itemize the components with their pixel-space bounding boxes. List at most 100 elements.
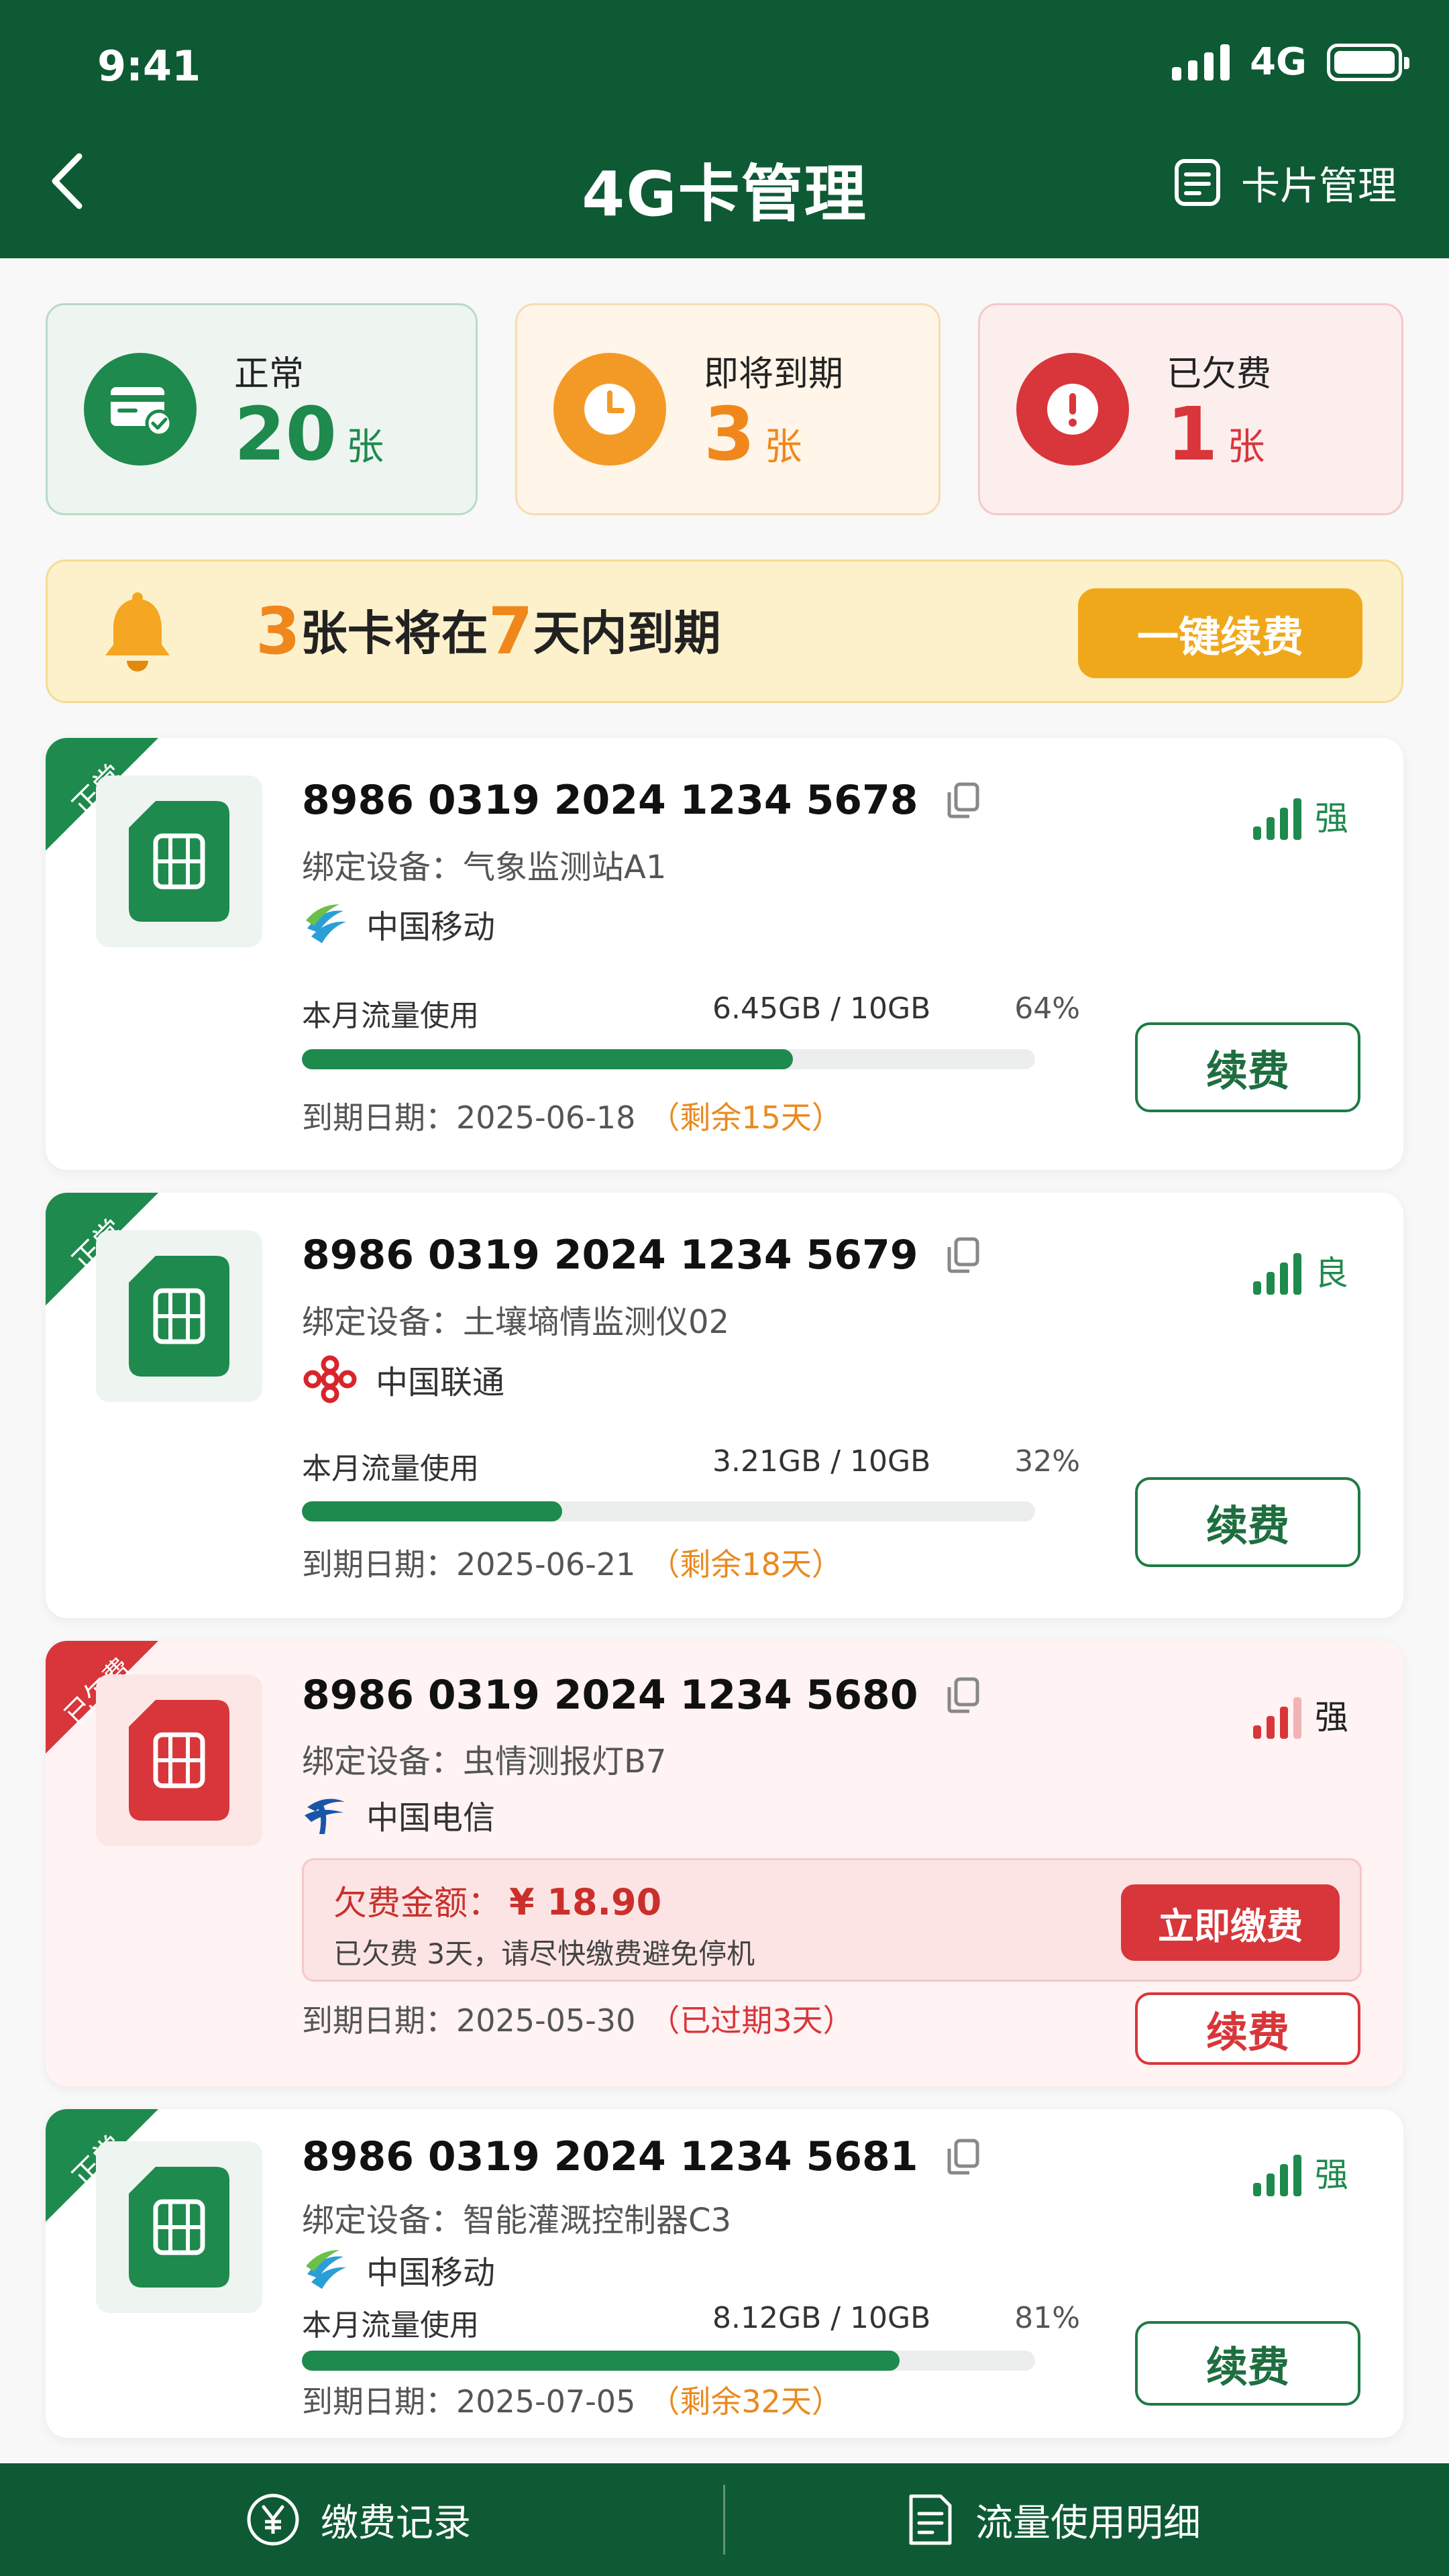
normal-card-icon (84, 353, 197, 466)
stat-unit: 张 (764, 425, 802, 469)
overdue-days: （已过期3天） (649, 2002, 854, 2039)
carrier-row: 中国移动 (302, 2246, 495, 2293)
arrears-note: 已欠费 3天，请尽快缴费避免停机 (333, 1937, 755, 1970)
usage-progress-bar (302, 1049, 1035, 1069)
alert-message: 3张卡将在7天内到期 (256, 594, 721, 669)
bound-device: 绑定设备：土壤墒情监测仪02 (302, 1303, 730, 1341)
renew-button[interactable]: 续费 (1135, 2321, 1360, 2406)
signal-strength: 强 (1253, 2148, 1348, 2196)
stat-arrears[interactable]: 已欠费 1张 (978, 303, 1403, 515)
copy-icon[interactable] (945, 1676, 980, 1714)
sim-card-icon (129, 1700, 229, 1821)
sim-card-item[interactable]: 正常 8986 0319 2024 1234 5679 绑定设备：土壤墒情监测仪… (46, 1193, 1403, 1618)
carrier-row: 中国联通 (302, 1355, 504, 1403)
stat-unit: 张 (1227, 425, 1265, 469)
carrier-row: 中国电信 (302, 1791, 495, 1838)
document-list-icon (909, 2494, 952, 2545)
usage-label: 本月流量使用 (302, 2308, 479, 2343)
status-indicators: 4G (1172, 40, 1409, 84)
bound-device: 绑定设备：虫情测报灯B7 (302, 1743, 667, 1780)
data-usage-details-button[interactable]: 流量使用明细 (906, 2463, 1201, 2576)
usage-value: 8.12GB / 10GB (712, 2301, 931, 2335)
alert-text-2: 天内到期 (533, 606, 721, 661)
card-number: 8986 0319 2024 1234 5681 (302, 2133, 918, 2180)
signal-quality: 强 (1315, 1698, 1348, 1737)
signal-bars-icon (1253, 798, 1301, 840)
stat-count: 3 (704, 390, 755, 477)
card-management-label: 卡片管理 (1240, 163, 1397, 209)
payment-records-button[interactable]: 缴费记录 (246, 2463, 471, 2576)
expiry-text: 到期日期：2025-06-21 (302, 1546, 636, 1582)
card-number-row: 8986 0319 2024 1234 5680 (302, 1672, 980, 1719)
cellular-signal-icon (1172, 44, 1230, 80)
stat-unit: 张 (346, 425, 384, 469)
copy-icon[interactable] (945, 1236, 980, 1274)
stat-normal[interactable]: 正常 20 张 (46, 303, 478, 515)
arrears-amount-row: 欠费金额： ¥ 18.90 (333, 1876, 661, 1925)
stat-expiring[interactable]: 即将到期 3张 (515, 303, 941, 515)
copy-icon[interactable] (945, 2138, 980, 2176)
expiry-text: 到期日期：2025-05-30 (302, 2002, 636, 2039)
renew-button[interactable]: 续费 (1135, 1992, 1360, 2065)
carrier-name: 中国移动 (366, 908, 496, 946)
sim-card-item[interactable]: 正常 8986 0319 2024 1234 5678 绑定设备：气象监测站A1… (46, 738, 1403, 1170)
network-type: 4G (1250, 40, 1307, 84)
sim-card-icon (129, 2167, 229, 2288)
expiry-date: 到期日期：2025-06-21 （剩余18天） (302, 1540, 843, 1585)
sim-card-item[interactable]: 正常 8986 0319 2024 1234 5681 绑定设备：智能灌溉控制器… (46, 2109, 1403, 2438)
copy-icon[interactable] (945, 782, 980, 819)
stat-count: 20 (234, 390, 337, 477)
remaining-days: （剩余32天） (649, 2383, 843, 2420)
bound-device: 绑定设备：气象监测站A1 (302, 849, 667, 886)
expiry-text: 到期日期：2025-06-18 (302, 1099, 636, 1136)
sim-icon-tile (96, 1674, 262, 1846)
card-management-button[interactable]: 卡片管理 (1173, 154, 1397, 211)
expiry-date: 到期日期：2025-06-18 （剩余15天） (302, 1093, 843, 1138)
expiry-text: 到期日期：2025-07-05 (302, 2383, 636, 2420)
battery-icon (1327, 43, 1409, 81)
stat-label: 已欠费 (1167, 354, 1272, 394)
renew-button[interactable]: 续费 (1135, 1022, 1360, 1112)
yen-circle-icon (247, 2493, 299, 2546)
bottom-nav: 缴费记录 流量使用明细 (0, 2463, 1449, 2576)
card-number-row: 8986 0319 2024 1234 5681 (302, 2133, 980, 2180)
bell-icon (105, 592, 170, 672)
stat-label: 正常 (234, 354, 305, 394)
signal-strength: 良 (1253, 1246, 1348, 1295)
pay-now-button[interactable]: 立即缴费 (1121, 1884, 1340, 1961)
signal-quality: 良 (1315, 1254, 1348, 1293)
sim-card-icon (129, 801, 229, 922)
sim-card-item[interactable]: 已欠费 8986 0319 2024 1234 5680 绑定设备：虫情测报灯B… (46, 1641, 1403, 2086)
remaining-days: （剩余18天） (649, 1546, 843, 1582)
signal-quality: 强 (1315, 2155, 1348, 2194)
card-number-row: 8986 0319 2024 1234 5679 (302, 1232, 980, 1279)
card-number: 8986 0319 2024 1234 5678 (302, 777, 918, 824)
data-usage-details-label: 流量使用明细 (975, 2501, 1201, 2545)
sim-icon-tile (96, 775, 262, 947)
usage-label: 本月流量使用 (302, 999, 479, 1033)
carrier-name: 中国电信 (366, 1799, 496, 1837)
signal-bars-icon (1253, 1697, 1301, 1739)
arrears-amount: ¥ 18.90 (509, 1881, 662, 1923)
card-number: 8986 0319 2024 1234 5680 (302, 1672, 918, 1719)
card-list-icon (1174, 159, 1220, 206)
usage-percent: 32% (1014, 1444, 1080, 1479)
renew-all-button[interactable]: 一键续费 (1078, 588, 1362, 678)
bound-device: 绑定设备：智能灌溉控制器C3 (302, 2202, 732, 2239)
usage-label: 本月流量使用 (302, 1452, 479, 1486)
arrears-label: 欠费金额： (333, 1884, 501, 1923)
signal-strength: 强 (1253, 792, 1348, 840)
china-telecom-logo-icon (305, 1799, 345, 1834)
top-header: 9:41 4G 4G卡管理 卡片管理 (0, 0, 1449, 258)
renew-button[interactable]: 续费 (1135, 1477, 1360, 1567)
card-number: 8986 0319 2024 1234 5679 (302, 1232, 918, 1279)
clock-icon (553, 353, 666, 466)
signal-strength: 强 (1253, 1690, 1348, 1739)
remaining-days: （剩余15天） (649, 1099, 843, 1136)
carrier-row: 中国移动 (302, 900, 495, 947)
stat-label: 即将到期 (704, 354, 844, 394)
expiry-alert-banner: 3张卡将在7天内到期 一键续费 (46, 559, 1403, 703)
expiry-date: 到期日期：2025-07-05 （剩余32天） (302, 2377, 843, 2422)
nav-divider (723, 2485, 725, 2555)
status-time: 9:41 (97, 42, 201, 91)
